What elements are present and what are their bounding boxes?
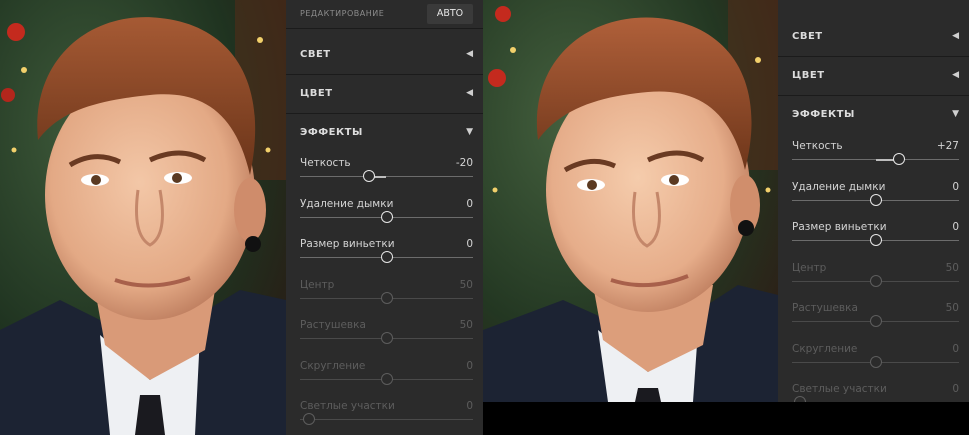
slider-knob[interactable] [363, 170, 376, 182]
slider-dehaze[interactable]: Удаление дымки 0 [300, 198, 473, 238]
slider-value: 0 [952, 180, 959, 193]
slider-label: Удаление дымки [792, 180, 886, 193]
slider-knob[interactable] [869, 315, 882, 327]
photo-after [483, 0, 778, 402]
slider-feather[interactable]: Растушевка 50 [792, 302, 959, 342]
chevron-left-icon: ◀ [466, 49, 473, 59]
slider-value: 0 [466, 359, 473, 372]
slider-knob[interactable] [380, 332, 393, 344]
edit-header-label: РЕДАКТИРОВАНИЕ [300, 9, 385, 18]
slider-label: Растушевка [792, 302, 858, 314]
slider-label: Размер виньетки [792, 221, 887, 233]
section-light[interactable]: СВЕТ ◀ [286, 36, 483, 75]
section-color-label: ЦВЕТ [300, 88, 333, 99]
slider-value: 0 [952, 342, 959, 355]
chevron-down-icon: ▼ [952, 109, 959, 119]
section-color-label: ЦВЕТ [792, 70, 825, 81]
chevron-down-icon: ▼ [466, 127, 473, 137]
slider-label: Удаление дымки [300, 197, 394, 210]
slider-label: Светлые участки [300, 400, 395, 412]
slider-knob[interactable] [869, 193, 882, 206]
slider-value: 0 [466, 238, 473, 250]
slider-knob[interactable] [380, 372, 393, 385]
slider-knob[interactable] [892, 153, 905, 165]
section-effects-label: ЭФФЕКТЫ [792, 109, 855, 120]
slider-center[interactable]: Центр 50 [300, 279, 473, 319]
slider-knob[interactable] [794, 396, 807, 402]
slider-label: Растушевка [300, 319, 366, 331]
slider-value: 0 [466, 197, 473, 210]
slider-vignette-size[interactable]: Размер виньетки 0 [300, 238, 473, 278]
portrait-image-after [483, 0, 778, 402]
slider-feather[interactable]: Растушевка 50 [300, 319, 473, 359]
slider-label: Размер виньетки [300, 238, 395, 250]
slider-knob[interactable] [869, 355, 882, 368]
photo-before [0, 0, 286, 435]
slider-highlights[interactable]: Светлые участки 0 [792, 383, 959, 402]
auto-button[interactable]: АВТО [427, 4, 473, 24]
chevron-left-icon: ◀ [466, 88, 473, 98]
slider-label: Четкость [792, 140, 843, 152]
slider-roundness[interactable]: Скругление 0 [300, 360, 473, 400]
slider-clarity[interactable]: Четкость -20 [300, 157, 473, 197]
slider-highlights[interactable]: Светлые участки 0 [300, 400, 473, 435]
edit-header: РЕДАКТИРОВАНИЕ АВТО [286, 0, 483, 29]
section-light[interactable]: СВЕТ ◀ [778, 18, 969, 57]
slider-value: 50 [945, 302, 959, 314]
slider-knob[interactable] [380, 291, 393, 304]
black-band [483, 402, 969, 435]
chevron-left-icon: ◀ [952, 31, 959, 41]
slider-roundness[interactable]: Скругление 0 [792, 343, 959, 383]
section-color[interactable]: ЦВЕТ ◀ [286, 75, 483, 114]
edit-panel-after: СВЕТ ◀ ЦВЕТ ◀ ЭФФЕКТЫ ▼ Четкость +27 Удале… [778, 0, 969, 402]
slider-value: +27 [936, 140, 959, 152]
slider-value: 50 [459, 319, 473, 331]
slider-value: 0 [952, 383, 959, 395]
slider-knob[interactable] [302, 413, 315, 425]
slider-value: -20 [455, 157, 473, 169]
slider-dehaze[interactable]: Удаление дымки 0 [792, 181, 959, 221]
slider-knob[interactable] [380, 251, 393, 263]
slider-knob[interactable] [869, 274, 882, 287]
slider-label: Центр [300, 278, 335, 291]
slider-knob[interactable] [869, 234, 882, 246]
section-effects[interactable]: ЭФФЕКТЫ ▼ [286, 114, 483, 152]
section-light-label: СВЕТ [300, 49, 331, 60]
edit-panel-before: РЕДАКТИРОВАНИЕ АВТО СВЕТ ◀ ЦВЕТ ◀ ЭФФЕКТ… [286, 0, 483, 435]
chevron-left-icon: ◀ [952, 70, 959, 80]
slider-track[interactable] [300, 176, 473, 177]
section-effects-label: ЭФФЕКТЫ [300, 127, 363, 138]
slider-label: Скругление [300, 359, 366, 372]
slider-label: Светлые участки [792, 383, 887, 395]
slider-label: Скругление [792, 342, 858, 355]
portrait-image [0, 0, 286, 435]
section-color[interactable]: ЦВЕТ ◀ [778, 57, 969, 96]
section-light-label: СВЕТ [792, 31, 823, 42]
slider-value: 50 [945, 261, 959, 274]
section-effects[interactable]: ЭФФЕКТЫ ▼ [778, 96, 969, 134]
slider-value: 0 [952, 221, 959, 233]
slider-vignette-size[interactable]: Размер виньетки 0 [792, 221, 959, 261]
slider-knob[interactable] [380, 210, 393, 223]
slider-label: Четкость [300, 157, 351, 169]
slider-track[interactable] [300, 419, 473, 420]
slider-value: 0 [466, 400, 473, 412]
slider-center[interactable]: Центр 50 [792, 262, 959, 302]
slider-label: Центр [792, 261, 827, 274]
slider-clarity[interactable]: Четкость +27 [792, 140, 959, 180]
slider-value: 50 [459, 278, 473, 291]
